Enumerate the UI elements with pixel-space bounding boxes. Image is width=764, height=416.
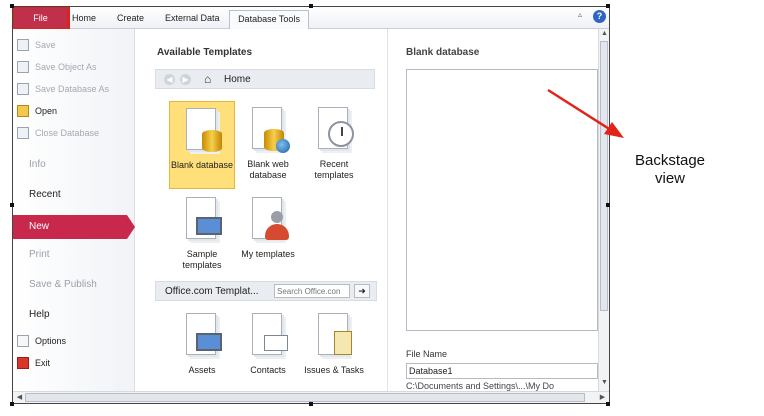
- template-label: My templates: [241, 249, 295, 259]
- resize-handle: [309, 402, 313, 406]
- folder-open-icon: [17, 105, 29, 117]
- template-label: Recent templates: [314, 159, 354, 180]
- exit-command[interactable]: Exit: [17, 355, 133, 371]
- scroll-up-icon[interactable]: ▲: [599, 30, 609, 37]
- save-database-as-command[interactable]: Save Database As: [17, 81, 133, 97]
- assets-icon: [182, 313, 222, 361]
- blank-web-database-icon: [248, 107, 290, 155]
- template-label: Blank database: [170, 160, 234, 170]
- exit-icon: [17, 357, 29, 369]
- template-label: Sample templates: [182, 249, 222, 270]
- template-label: Contacts: [250, 365, 286, 375]
- options-icon: [17, 335, 29, 347]
- horizontal-scroll-thumb[interactable]: [25, 393, 585, 402]
- office-templates-label: Office.com Templat...: [165, 286, 259, 297]
- close-database-icon: [17, 127, 29, 139]
- save-command-label: Save: [35, 40, 56, 50]
- template-blank-web-database[interactable]: Blank web database: [235, 101, 301, 189]
- my-templates-icon: [248, 197, 289, 245]
- blank-database-pane: Blank database File Name C:\Documents an…: [387, 29, 598, 391]
- screenshot-stage: File Home Create External Data Database …: [0, 0, 764, 416]
- recent-templates-icon: [314, 107, 354, 155]
- save-object-as-label: Save Object As: [35, 62, 97, 72]
- scroll-right-icon[interactable]: ▶: [597, 393, 608, 401]
- blank-database-icon: [182, 108, 222, 156]
- template-issues-tasks[interactable]: Issues & Tasks: [301, 307, 367, 395]
- save-icon: [17, 39, 29, 51]
- close-database-command[interactable]: Close Database: [17, 125, 133, 141]
- template-blank-database[interactable]: Blank database: [169, 101, 235, 189]
- resize-handle: [606, 4, 610, 8]
- nav-new-label: New: [29, 221, 50, 232]
- scroll-down-icon[interactable]: ▼: [599, 379, 609, 386]
- template-preview: [406, 69, 598, 331]
- exit-label: Exit: [35, 358, 51, 368]
- vertical-scrollbar[interactable]: ▲ ▼: [598, 29, 609, 391]
- resize-handle: [10, 4, 14, 8]
- template-contacts[interactable]: Contacts: [235, 307, 301, 395]
- scroll-left-icon[interactable]: ◀: [14, 393, 25, 401]
- blank-database-title: Blank database: [406, 47, 480, 58]
- breadcrumb-home[interactable]: Home: [224, 74, 251, 85]
- help-icon[interactable]: ?: [593, 10, 606, 23]
- template-assets[interactable]: Assets: [169, 307, 235, 395]
- resize-handle: [606, 203, 610, 207]
- back-arrow-icon[interactable]: ◀: [164, 74, 175, 85]
- search-go-arrow-icon[interactable]: ➜: [354, 284, 370, 298]
- minimize-ribbon-icon[interactable]: ▵: [578, 10, 582, 19]
- tab-home[interactable]: Home: [72, 11, 96, 29]
- template-my-templates[interactable]: My templates: [235, 191, 301, 279]
- nav-help[interactable]: Help: [29, 309, 50, 320]
- open-command-label: Open: [35, 106, 58, 116]
- resize-handle: [10, 203, 14, 207]
- resize-handle: [309, 4, 313, 8]
- office-templates-bar: Office.com Templat... ➜: [155, 281, 377, 301]
- access-backstage-window: File Home Create External Data Database …: [12, 6, 610, 404]
- options-label: Options: [35, 336, 67, 346]
- nav-save-publish[interactable]: Save & Publish: [29, 279, 97, 290]
- tab-file[interactable]: File: [13, 7, 70, 31]
- template-label: Blank web database: [247, 159, 289, 180]
- contacts-icon: [248, 313, 288, 361]
- options-command[interactable]: Options: [17, 333, 133, 349]
- nav-print[interactable]: Print: [29, 249, 50, 260]
- tab-external-data[interactable]: External Data: [165, 11, 220, 29]
- issues-tasks-icon: [314, 313, 354, 361]
- backstage-nav: Save Save Object As Save Database As Ope…: [13, 29, 135, 391]
- file-name-label: File Name: [406, 349, 448, 359]
- save-command[interactable]: Save: [17, 37, 133, 53]
- close-database-label: Close Database: [35, 128, 100, 138]
- nav-recent[interactable]: Recent: [29, 189, 61, 200]
- office-search-input[interactable]: [274, 284, 350, 298]
- resize-handle: [606, 402, 610, 406]
- sample-templates-icon: [182, 197, 222, 245]
- save-database-as-label: Save Database As: [35, 84, 110, 94]
- ribbon-tab-bar: File Home Create External Data Database …: [13, 7, 609, 31]
- available-templates-pane: Available Templates ◀ ▶ ⌂ Home Blank dat…: [135, 29, 383, 391]
- template-label: Assets: [188, 365, 216, 375]
- home-icon[interactable]: ⌂: [204, 72, 211, 86]
- forward-arrow-icon[interactable]: ▶: [180, 74, 191, 85]
- template-navigation-bar: ◀ ▶ ⌂ Home: [155, 69, 375, 89]
- resize-handle: [10, 402, 14, 406]
- nav-info[interactable]: Info: [29, 159, 46, 170]
- file-name-input[interactable]: [406, 363, 598, 379]
- tab-create[interactable]: Create: [117, 11, 144, 29]
- vertical-scroll-thumb[interactable]: [600, 41, 608, 311]
- file-path-text: C:\Documents and Settings\...\My Do: [406, 381, 555, 391]
- nav-new[interactable]: New: [13, 215, 135, 239]
- save-object-as-icon: [17, 61, 29, 73]
- backstage-view-annotation: Backstage view: [634, 152, 706, 187]
- open-command[interactable]: Open: [17, 103, 133, 119]
- save-object-as-command[interactable]: Save Object As: [17, 59, 133, 75]
- template-label: Issues & Tasks: [304, 365, 364, 375]
- template-sample-templates[interactable]: Sample templates: [169, 191, 235, 279]
- save-database-as-icon: [17, 83, 29, 95]
- template-recent-templates[interactable]: Recent templates: [301, 101, 367, 189]
- tab-database-tools[interactable]: Database Tools: [229, 10, 309, 29]
- available-templates-title: Available Templates: [157, 47, 253, 58]
